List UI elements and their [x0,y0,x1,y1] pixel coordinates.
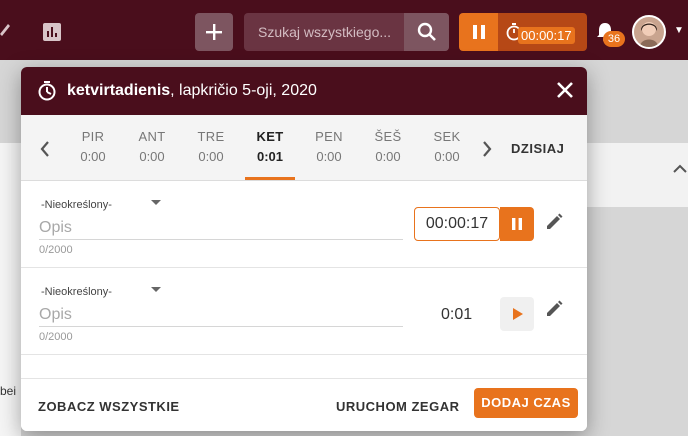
add-button[interactable] [195,13,233,51]
week-navigation: PIR 0:00 ANT 0:00 TRE 0:00 KET 0:01 PEN 0:00 … [21,115,587,181]
duration-value[interactable]: 0:01 [441,306,472,324]
dialog-header: ketvirtadienis, lapkričio 5-oji, 2020 [21,67,587,115]
day-name: TRE [197,129,225,144]
pencil-icon[interactable] [545,300,563,318]
day-wed[interactable]: TRE 0:00 [186,129,236,164]
search-box [244,13,449,51]
day-total: 0:00 [139,149,165,164]
notification-badge: 36 [603,31,625,47]
reports-icon[interactable] [43,23,61,46]
play-button[interactable] [500,297,534,331]
description-input[interactable] [39,216,403,240]
dialog-title-day: ketvirtadienis [67,82,171,99]
chevron-up-icon[interactable] [673,164,687,173]
see-all-button[interactable]: ZOBACZ WSZYSTKIE [38,399,180,414]
stopwatch-icon [38,81,56,101]
character-counter: 0/2000 [39,244,73,256]
search-input[interactable] [244,13,404,51]
background-text: bei [0,384,17,398]
dialog-footer: ZOBACZ WSZYSTKIE URUCHOM ZEGAR DODAJ CZA… [21,378,587,431]
previous-week-button[interactable] [35,137,55,161]
day-name: ANT [138,129,166,144]
background-card [587,143,688,207]
day-total: 0:00 [80,149,106,164]
project-select[interactable]: -Nieokreślony- [41,286,112,298]
search-button[interactable] [404,13,449,51]
dropdown-arrow-icon[interactable] [151,287,161,292]
duration-field[interactable]: 00:00:17 [414,207,500,241]
pause-icon [473,25,485,39]
today-button[interactable]: DZISIAJ [511,141,564,156]
pause-icon [512,218,522,230]
day-sat[interactable]: ŠEŠ 0:00 [363,129,413,164]
top-app-bar: 00:00:17 36 ▼ [0,0,688,60]
description-input[interactable] [39,303,403,327]
pause-button[interactable] [500,207,534,241]
next-week-button[interactable] [477,137,497,161]
chevron-left-icon [40,141,49,157]
add-time-button[interactable]: DODAJ CZAS [474,388,578,418]
day-tue[interactable]: ANT 0:00 [127,129,177,164]
day-mon[interactable]: PIR 0:00 [68,129,118,164]
chevron-down-icon[interactable]: ▼ [674,25,684,36]
day-name: PIR [81,129,105,144]
day-total: 0:00 [316,149,342,164]
time-entry-dialog: ketvirtadienis, lapkričio 5-oji, 2020 PI… [21,67,587,431]
day-total: 0:01 [256,149,284,164]
day-thu[interactable]: KET 0:01 [245,129,295,164]
day-total: 0:00 [198,149,224,164]
dialog-title: ketvirtadienis, lapkričio 5-oji, 2020 [67,82,317,100]
time-entry-row: -Nieokreślony- 0/2000 0:01 [21,268,587,355]
start-timer-button[interactable]: URUCHOM ZEGAR [336,399,460,414]
character-counter: 0/2000 [39,331,73,343]
search-icon [417,22,436,41]
day-total: 0:00 [434,149,460,164]
time-entry-row: -Nieokreślony- 0/2000 00:00:17 [21,181,587,268]
day-name: KET [256,129,284,144]
day-name: SEK [433,129,461,144]
day-name: ŠEŠ [374,129,402,144]
active-day-indicator [245,177,295,180]
dropdown-arrow-icon[interactable] [151,200,161,205]
day-name: PEN [315,129,343,144]
close-button[interactable] [557,79,573,102]
running-timer[interactable]: 00:00:17 [498,13,587,51]
project-select[interactable]: -Nieokreślony- [41,199,112,211]
close-icon [557,82,573,98]
avatar[interactable] [632,15,666,49]
pencil-icon[interactable] [545,213,563,231]
day-fri[interactable]: PEN 0:00 [304,129,354,164]
edit-icon[interactable] [0,20,10,41]
day-sun[interactable]: SEK 0:00 [422,129,472,164]
pause-timer-button[interactable] [459,13,498,51]
timer-value: 00:00:17 [518,27,575,44]
chevron-right-icon [483,141,492,157]
day-total: 0:00 [375,149,401,164]
play-icon [513,308,523,320]
dialog-title-date: , lapkričio 5-oji, 2020 [170,82,317,99]
